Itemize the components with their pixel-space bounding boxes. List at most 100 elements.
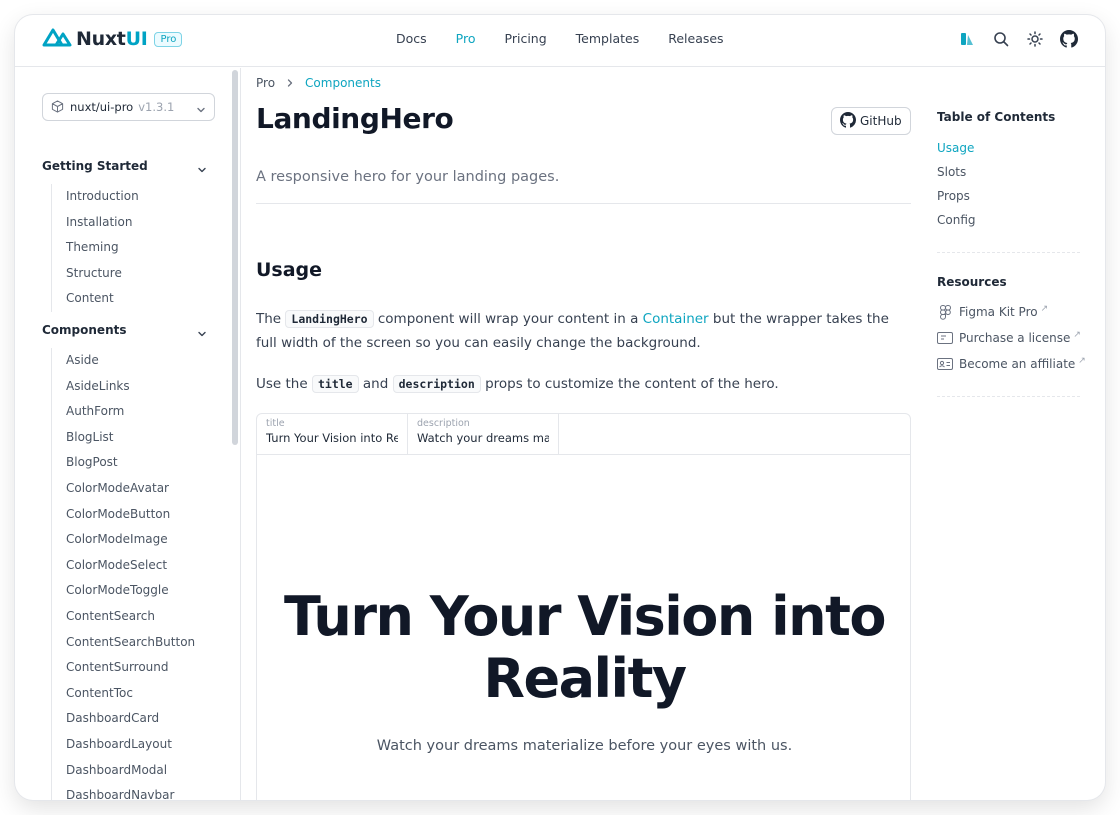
components-list: Aside AsideLinks AuthForm BlogList BlogP… bbox=[51, 348, 195, 800]
code-title: title bbox=[311, 375, 359, 393]
group-title-components[interactable]: Components bbox=[42, 323, 127, 337]
code-landinghero: LandingHero bbox=[285, 310, 374, 328]
breadcrumb-components[interactable]: Components bbox=[305, 76, 381, 90]
resources-title: Resources bbox=[937, 275, 1007, 289]
sidebar-item-asidelinks[interactable]: AsideLinks bbox=[52, 374, 195, 400]
page-title: LandingHero bbox=[256, 102, 454, 135]
usage-paragraph-2: Use the title and description props to c… bbox=[256, 375, 779, 393]
breadcrumb-pro[interactable]: Pro bbox=[256, 76, 275, 90]
sidebar-item-contentsurround[interactable]: ContentSurround bbox=[52, 655, 195, 681]
sidebar-item-colormodeavatar[interactable]: ColorModeAvatar bbox=[52, 476, 195, 502]
version-select[interactable]: nuxt/ui-pro v1.3.1 bbox=[42, 93, 215, 121]
prop-title-input[interactable]: Turn Your Vision into Reality bbox=[266, 431, 398, 445]
nav-releases[interactable]: Releases bbox=[668, 31, 723, 46]
nav-pro[interactable]: Pro bbox=[456, 31, 476, 46]
search-icon[interactable] bbox=[991, 29, 1011, 49]
github-button[interactable]: GitHub bbox=[831, 107, 911, 135]
github-icon[interactable] bbox=[1059, 29, 1079, 49]
version-number: v1.3.1 bbox=[138, 100, 175, 114]
external-link-icon: ↗ bbox=[1073, 330, 1081, 340]
sidebar-item-colormodeimage[interactable]: ColorModeImage bbox=[52, 527, 195, 553]
toc-item-usage[interactable]: Usage bbox=[937, 141, 974, 155]
prop-title-label: title bbox=[266, 418, 285, 429]
resource-become-affiliate[interactable]: Become an affiliate ↗ bbox=[937, 356, 1086, 371]
sidebar-item-contentsearchbutton[interactable]: ContentSearchButton bbox=[52, 630, 195, 656]
nav-docs[interactable]: Docs bbox=[396, 31, 427, 46]
sidebar-item-contentsearch[interactable]: ContentSearch bbox=[52, 604, 195, 630]
sidebar-item-content[interactable]: Content bbox=[52, 286, 139, 312]
sidebar-item-installation[interactable]: Installation bbox=[52, 210, 139, 236]
sidebar-item-dashboardlayout[interactable]: DashboardLayout bbox=[52, 732, 195, 758]
toc-divider bbox=[937, 252, 1080, 253]
sidebar-scrollbar[interactable] bbox=[232, 70, 238, 445]
toc-item-slots[interactable]: Slots bbox=[937, 165, 966, 179]
sidebar-item-contenttoc[interactable]: ContentToc bbox=[52, 681, 195, 707]
toc-title: Table of Contents bbox=[937, 110, 1056, 124]
sidebar-item-blogpost[interactable]: BlogPost bbox=[52, 450, 195, 476]
chevron-down-icon[interactable] bbox=[196, 161, 208, 180]
sidebar-item-aside[interactable]: Aside bbox=[52, 348, 195, 374]
github-icon bbox=[840, 111, 856, 131]
pro-badge: Pro bbox=[154, 31, 183, 47]
prop-description-label: description bbox=[417, 418, 470, 429]
id-card-icon bbox=[937, 357, 953, 371]
sidebar-item-theming[interactable]: Theming bbox=[52, 235, 139, 261]
group-title-getting-started[interactable]: Getting Started bbox=[42, 159, 148, 173]
chevron-down-icon bbox=[195, 101, 207, 120]
divider bbox=[256, 203, 911, 204]
ticket-icon bbox=[937, 331, 953, 345]
container-link[interactable]: Container bbox=[643, 311, 709, 327]
github-button-label: GitHub bbox=[860, 114, 902, 128]
external-link-icon: ↗ bbox=[1078, 356, 1086, 366]
nav-templates[interactable]: Templates bbox=[576, 31, 640, 46]
usage-heading[interactable]: Usage bbox=[256, 259, 322, 281]
sidebar-item-colormodebutton[interactable]: ColorModeButton bbox=[52, 502, 195, 528]
prop-editor: title Turn Your Vision into Reality desc… bbox=[257, 414, 910, 455]
resource-figma-kit-label: Figma Kit Pro bbox=[959, 305, 1038, 319]
sidebar-item-colormodeselect[interactable]: ColorModeSelect bbox=[52, 553, 195, 579]
nuxt-logo-icon bbox=[42, 27, 72, 51]
sidebar-item-authform[interactable]: AuthForm bbox=[52, 399, 195, 425]
hero-title: Turn Your Vision into Reality bbox=[283, 585, 887, 710]
nuxt-studio-icon[interactable] bbox=[957, 29, 977, 49]
chevron-right-icon bbox=[285, 78, 295, 88]
nav-pricing[interactable]: Pricing bbox=[505, 31, 547, 46]
prop-title[interactable]: title Turn Your Vision into Reality bbox=[257, 414, 408, 454]
sidebar-item-dashboardmodal[interactable]: DashboardModal bbox=[52, 758, 195, 784]
sun-icon[interactable] bbox=[1025, 29, 1045, 49]
prop-description[interactable]: description Watch your dreams materializ… bbox=[408, 414, 559, 454]
browser-frame: NuxtUI Pro Docs Pro Pricing Templates Re… bbox=[15, 15, 1105, 800]
resource-purchase-license[interactable]: Purchase a license ↗ bbox=[937, 330, 1081, 345]
external-link-icon: ↗ bbox=[1040, 304, 1049, 314]
sidebar-item-introduction[interactable]: Introduction bbox=[52, 184, 139, 210]
resource-purchase-license-label: Purchase a license bbox=[959, 331, 1071, 345]
top-header: NuxtUI Pro Docs Pro Pricing Templates Re… bbox=[15, 15, 1105, 67]
page-description: A responsive hero for your landing pages… bbox=[256, 169, 560, 185]
main-content: Pro Components LandingHero GitHub A resp… bbox=[256, 68, 911, 800]
logo[interactable]: NuxtUI Pro bbox=[42, 27, 183, 51]
resources-divider bbox=[937, 396, 1080, 397]
logo-text: NuxtUI bbox=[76, 28, 148, 50]
toc-item-config[interactable]: Config bbox=[937, 213, 976, 227]
sidebar-item-colormodetoggle[interactable]: ColorModeToggle bbox=[52, 578, 195, 604]
sidebar-item-structure[interactable]: Structure bbox=[52, 261, 139, 287]
usage-paragraph-1: The LandingHero component will wrap your… bbox=[256, 310, 889, 351]
prop-description-input[interactable]: Watch your dreams materialize before you… bbox=[417, 431, 549, 445]
toc-item-props[interactable]: Props bbox=[937, 189, 970, 203]
hero-description: Watch your dreams materialize before you… bbox=[376, 738, 793, 754]
figma-icon bbox=[937, 304, 953, 320]
code-description: description bbox=[392, 375, 481, 393]
chevron-down-icon[interactable] bbox=[196, 325, 208, 344]
resource-figma-kit[interactable]: Figma Kit Pro ↗ bbox=[937, 304, 1049, 320]
sidebar-item-dashboardcard[interactable]: DashboardCard bbox=[52, 706, 195, 732]
header-actions bbox=[957, 29, 1079, 49]
sidebar: nuxt/ui-pro v1.3.1 Getting Started Intro… bbox=[15, 68, 241, 800]
cube-icon bbox=[51, 98, 64, 117]
sidebar-item-dashboardnavbar[interactable]: DashboardNavbar bbox=[52, 783, 195, 800]
sidebar-item-bloglist[interactable]: BlogList bbox=[52, 425, 195, 451]
component-preview: title Turn Your Vision into Reality desc… bbox=[256, 413, 911, 800]
main-nav: Docs Pro Pricing Templates Releases bbox=[396, 31, 753, 46]
version-name: nuxt/ui-pro bbox=[70, 100, 134, 114]
breadcrumb: Pro Components bbox=[256, 76, 381, 90]
resource-become-affiliate-label: Become an affiliate bbox=[959, 357, 1076, 371]
